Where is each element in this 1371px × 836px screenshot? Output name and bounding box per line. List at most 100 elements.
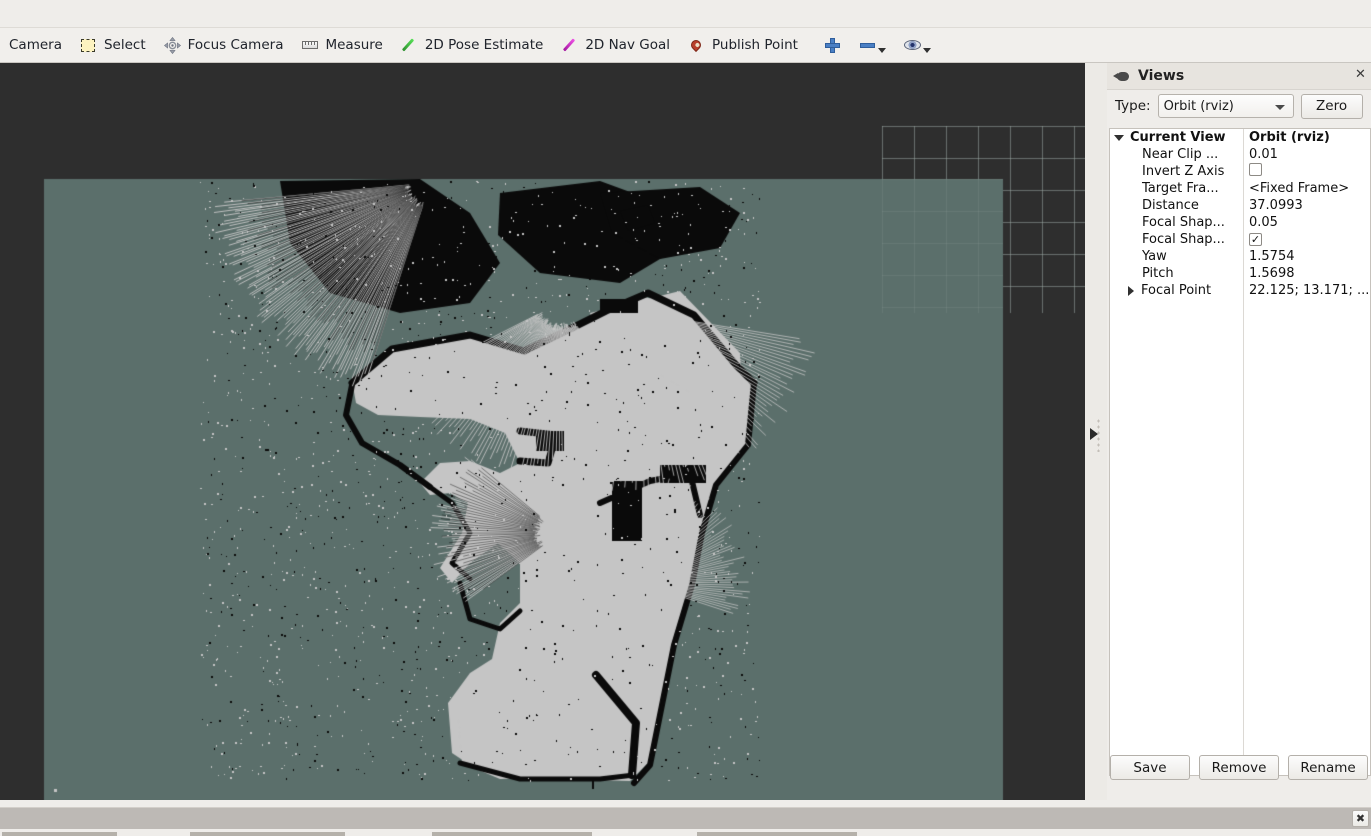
- property-row[interactable]: Current View Orbit (rviz): [1110, 129, 1370, 146]
- toolbar-item-select[interactable]: Select: [71, 32, 155, 59]
- views-panel-buttons: Save Remove Rename: [1107, 755, 1371, 780]
- property-name-cell: Target Fra...: [1110, 181, 1243, 196]
- property-value: 0.01: [1249, 147, 1278, 162]
- property-value: 0.05: [1249, 215, 1278, 230]
- toolbar-item-publish-point[interactable]: Publish Point: [679, 32, 807, 59]
- chevron-down-icon: [1274, 105, 1285, 110]
- property-name: Distance: [1142, 198, 1199, 213]
- property-value-cell[interactable]: Orbit (rviz): [1243, 130, 1330, 145]
- close-icon[interactable]: ✕: [1353, 67, 1368, 82]
- property-value: 37.0993: [1249, 198, 1303, 213]
- rviz-3d-render-view[interactable]: [0, 63, 1085, 800]
- property-name-cell: Focal Shap...: [1110, 232, 1243, 247]
- toolbar-label-2d-nav-goal: 2D Nav Goal: [585, 37, 670, 53]
- property-value-cell[interactable]: 1.5754: [1243, 249, 1295, 264]
- map-pin-icon: [688, 37, 705, 54]
- toolbar-label-camera: Camera: [9, 37, 62, 53]
- toolbar-label-publish-point: Publish Point: [711, 37, 798, 53]
- toolbar-remove-tool-button[interactable]: [850, 32, 895, 59]
- property-name-cell: Focal Shap...: [1110, 215, 1243, 230]
- plus-icon: [824, 37, 841, 54]
- view-type-row: Type: Orbit (rviz) Zero: [1107, 90, 1371, 122]
- property-name: Yaw: [1142, 249, 1167, 264]
- property-name: Focal Shap...: [1142, 232, 1225, 247]
- property-value-cell[interactable]: ✓: [1243, 232, 1262, 247]
- taskbar-item[interactable]: [432, 832, 592, 836]
- taskbar-item[interactable]: [190, 832, 345, 836]
- taskbar-item[interactable]: [697, 832, 857, 836]
- property-name-cell: Yaw: [1110, 249, 1243, 264]
- view-type-select[interactable]: Orbit (rviz): [1157, 94, 1294, 118]
- toolbar-item-2d-nav-goal[interactable]: 2D Nav Goal: [552, 32, 679, 59]
- toolbar-item-2d-pose-estimate[interactable]: 2D Pose Estimate: [392, 32, 552, 59]
- property-value-cell[interactable]: 0.05: [1243, 215, 1278, 230]
- toolbar-add-tool-button[interactable]: [815, 32, 850, 59]
- nav-goal-arrow-magenta-icon: [561, 37, 578, 54]
- property-name: Current View: [1130, 130, 1226, 145]
- taskbar-item[interactable]: [2, 832, 117, 836]
- property-name-cell: Pitch: [1110, 266, 1243, 281]
- rename-view-button[interactable]: Rename: [1288, 755, 1368, 780]
- property-row[interactable]: Invert Z Axis: [1110, 163, 1370, 180]
- chevron-down-icon: [877, 48, 886, 53]
- property-name-cell: Distance: [1110, 198, 1243, 213]
- toolbar-label-measure: Measure: [325, 37, 383, 53]
- toolbar-item-measure[interactable]: Measure: [292, 32, 391, 59]
- property-name: Invert Z Axis: [1142, 164, 1225, 179]
- property-row[interactable]: Pitch 1.5698: [1110, 265, 1370, 282]
- save-view-button[interactable]: Save: [1110, 755, 1190, 780]
- chevron-down-icon: [922, 48, 931, 53]
- taskbar: [0, 829, 1371, 836]
- tree-column-divider[interactable]: [1243, 129, 1244, 775]
- eye-icon: [903, 37, 921, 54]
- toolbar-visibility-button[interactable]: [895, 32, 940, 59]
- property-name: Focal Point: [1141, 283, 1212, 298]
- property-row[interactable]: Focal Shap... 0.05: [1110, 214, 1370, 231]
- close-icon[interactable]: ✖: [1352, 810, 1369, 827]
- property-value-cell[interactable]: 0.01: [1243, 147, 1278, 162]
- view-properties-tree[interactable]: Current View Orbit (rviz) Near Clip ... 0.0…: [1109, 128, 1371, 776]
- property-value-cell[interactable]: [1243, 163, 1262, 180]
- toolbar-label-select: Select: [103, 37, 146, 53]
- toolbar-item-focus-camera[interactable]: Focus Camera: [155, 32, 293, 59]
- toolbar-item-camera[interactable]: Camera: [0, 32, 71, 59]
- property-value-cell[interactable]: 1.5698: [1243, 266, 1295, 281]
- property-name-cell: Near Clip ...: [1110, 147, 1243, 162]
- property-name: Target Fra...: [1142, 181, 1219, 196]
- zero-button[interactable]: Zero: [1300, 93, 1363, 119]
- checkbox-checked-icon[interactable]: ✓: [1249, 233, 1262, 246]
- property-name-cell: Focal Point: [1110, 283, 1243, 298]
- property-value: Orbit (rviz): [1249, 130, 1330, 145]
- property-row[interactable]: Focal Point 22.125; 13.171; ...: [1110, 282, 1370, 299]
- property-row[interactable]: Target Fra... <Fixed Frame>: [1110, 180, 1370, 197]
- property-row[interactable]: Distance 37.0993: [1110, 197, 1370, 214]
- panel-collapse-handle[interactable]: [1085, 63, 1107, 800]
- views-panel: Views ✕ Type: Orbit (rviz) Zero Current …: [1107, 63, 1371, 800]
- checkbox-unchecked-icon[interactable]: [1249, 163, 1262, 176]
- expander-down-icon[interactable]: [1114, 134, 1124, 141]
- measure-ruler-icon: [301, 37, 318, 54]
- property-value: 1.5698: [1249, 266, 1295, 281]
- property-row[interactable]: Near Clip ... 0.01: [1110, 146, 1370, 163]
- property-row[interactable]: Focal Shap... ✓: [1110, 231, 1370, 248]
- toolbar-label-focus-camera: Focus Camera: [187, 37, 284, 53]
- window-top-strip: [0, 0, 1371, 28]
- expander-right-icon[interactable]: [1128, 285, 1134, 296]
- property-value: 22.125; 13.171; ...: [1249, 283, 1370, 298]
- property-row[interactable]: Yaw 1.5754: [1110, 248, 1370, 265]
- viewport-bottom-gap: [0, 800, 1371, 807]
- occupancy-grid-map-canvas[interactable]: [0, 63, 1085, 800]
- property-value: 1.5754: [1249, 249, 1295, 264]
- property-name-cell: Invert Z Axis: [1110, 164, 1243, 179]
- remove-view-button[interactable]: Remove: [1199, 755, 1279, 780]
- status-bar: ✖: [0, 807, 1371, 829]
- property-value-cell[interactable]: <Fixed Frame>: [1243, 181, 1349, 196]
- property-name: Pitch: [1142, 266, 1174, 281]
- view-type-value: Orbit (rviz): [1163, 98, 1234, 114]
- pose-arrow-green-icon: [401, 37, 418, 54]
- focus-camera-icon: [163, 36, 181, 54]
- splitter-grip-dots: [1097, 418, 1100, 452]
- property-value-cell[interactable]: 37.0993: [1243, 198, 1303, 213]
- property-name: Focal Shap...: [1142, 215, 1225, 230]
- property-value-cell[interactable]: 22.125; 13.171; ...: [1243, 283, 1369, 298]
